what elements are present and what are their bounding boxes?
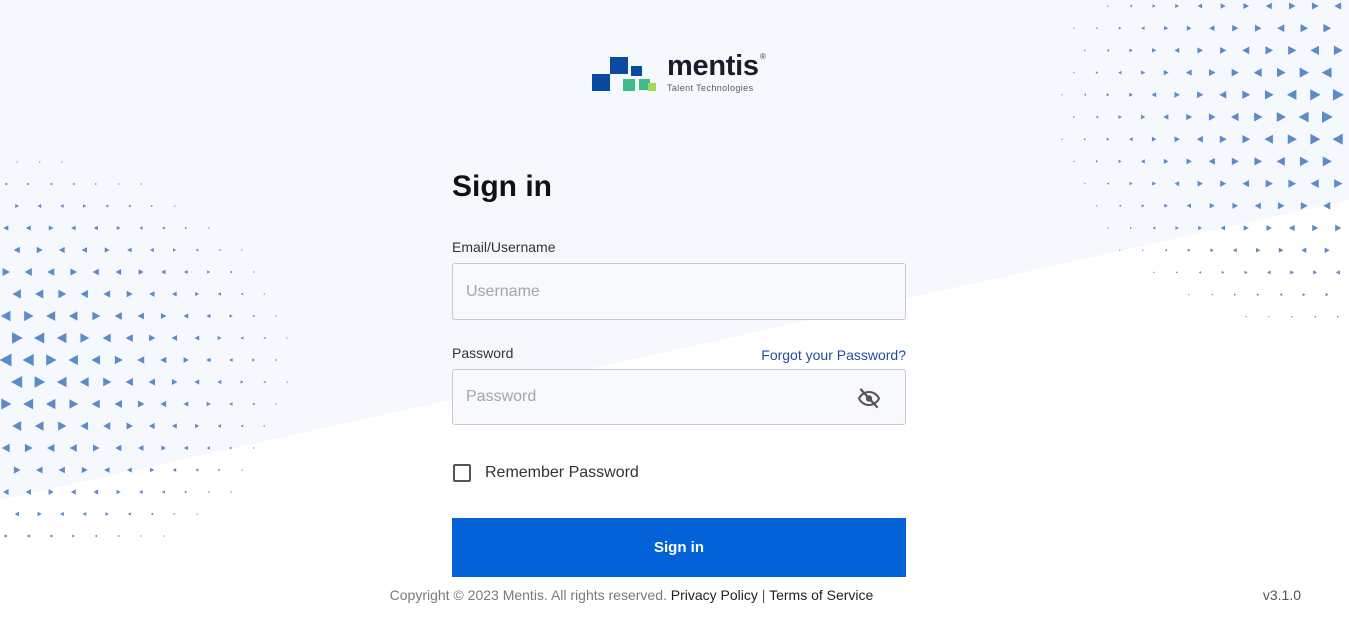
pattern-triangle <box>1153 271 1155 274</box>
pattern-triangle <box>207 490 210 494</box>
pattern-triangle <box>1256 293 1260 296</box>
pattern-triangle <box>1313 315 1316 318</box>
pattern-triangle <box>162 535 165 537</box>
pattern-triangle <box>1290 270 1295 275</box>
pattern-triangle <box>150 467 155 473</box>
pattern-triangle <box>1268 315 1270 318</box>
forgot-password-link[interactable]: Forgot your Password? <box>761 347 906 363</box>
pattern-triangle <box>1164 248 1168 252</box>
pattern-triangle <box>1211 293 1213 296</box>
pattern-triangle <box>184 490 188 494</box>
footer-separator: | <box>761 587 766 603</box>
pattern-triangle <box>26 534 30 538</box>
remember-password-row[interactable]: Remember Password <box>452 462 639 484</box>
pattern-triangle <box>172 468 177 472</box>
pattern-triangle <box>1245 315 1247 318</box>
pattern-triangle <box>82 511 87 517</box>
logo-registered-mark: ® <box>760 52 766 61</box>
pattern-triangle <box>37 511 42 517</box>
pattern-triangle <box>4 534 8 538</box>
pattern-triangle <box>1187 248 1191 252</box>
pattern-triangle <box>1210 248 1214 253</box>
pattern-triangle <box>1325 292 1329 297</box>
username-input[interactable] <box>453 264 846 319</box>
pattern-triangle <box>1243 225 1249 231</box>
password-label: Password <box>452 345 514 361</box>
pattern-triangle <box>1301 247 1307 253</box>
pattern-triangle <box>1324 247 1330 253</box>
pattern-triangle <box>1267 270 1271 275</box>
login-page: mentis ® Talent Technologies Sign in Ema… <box>0 0 1349 617</box>
eye-off-icon[interactable] <box>857 386 881 410</box>
pattern-triangle <box>94 534 98 538</box>
terms-of-service-link[interactable]: Terms of Service <box>769 587 873 603</box>
pattern-triangle <box>1255 247 1261 253</box>
pattern-triangle <box>1266 225 1272 231</box>
pattern-triangle <box>1234 293 1237 296</box>
pattern-triangle <box>116 489 121 495</box>
pattern-triangle <box>105 512 109 516</box>
pattern-triangle <box>252 447 255 449</box>
password-input[interactable] <box>453 370 846 424</box>
pattern-triangle <box>1244 270 1248 275</box>
logo-tagline: Talent Technologies <box>667 83 754 93</box>
pattern-triangle <box>1302 293 1306 297</box>
pattern-triangle <box>14 511 19 517</box>
pattern-triangle <box>150 512 154 516</box>
pattern-triangle <box>1335 224 1342 232</box>
pattern-triangle <box>241 469 243 471</box>
pattern-triangle <box>139 490 143 494</box>
pattern-triangle <box>1198 271 1202 274</box>
pattern-triangle <box>1288 224 1295 232</box>
pattern-triangle <box>49 534 53 538</box>
pattern-triangle <box>1279 293 1283 297</box>
pattern-triangle <box>48 489 54 495</box>
logo-mark-icon <box>592 57 656 91</box>
pattern-triangle <box>1188 293 1190 296</box>
footer: Copyright © 2023 Mentis. All rights rese… <box>0 587 1263 603</box>
pattern-triangle <box>1142 249 1144 252</box>
pattern-triangle <box>127 512 131 516</box>
page-title: Sign in <box>452 170 552 203</box>
pattern-triangle <box>1313 270 1318 275</box>
pattern-triangle <box>72 534 75 538</box>
pattern-triangle <box>1278 247 1284 253</box>
sign-in-button[interactable]: Sign in <box>452 518 906 577</box>
mentis-logo: mentis ® Talent Technologies <box>592 50 772 96</box>
pattern-triangle <box>140 535 142 537</box>
pattern-triangle <box>196 513 198 515</box>
remember-password-label: Remember Password <box>485 464 639 481</box>
remember-password-checkbox[interactable] <box>453 464 471 482</box>
privacy-policy-link[interactable]: Privacy Policy <box>671 587 758 603</box>
pattern-triangle <box>195 468 199 472</box>
password-field-container <box>452 369 906 425</box>
pattern-triangle <box>173 512 176 516</box>
pattern-triangle <box>1221 270 1225 274</box>
logo-wordmark: mentis <box>667 50 759 82</box>
pattern-triangle <box>218 468 221 472</box>
pattern-triangle <box>93 489 99 495</box>
pattern-triangle <box>1335 270 1340 275</box>
username-label: Email/Username <box>452 239 556 255</box>
pattern-triangle <box>1337 315 1340 318</box>
pattern-triangle <box>230 491 232 493</box>
pattern-triangle <box>1176 271 1179 274</box>
pattern-triangle <box>1232 248 1237 253</box>
username-field-container <box>452 263 906 320</box>
pattern-triangle <box>70 489 76 495</box>
copyright-text: Copyright © 2023 Mentis. All rights rese… <box>389 587 667 603</box>
pattern-triangle <box>161 490 165 494</box>
pattern-triangle <box>59 511 64 517</box>
pattern-triangle <box>1312 224 1319 232</box>
pattern-triangle <box>117 534 120 538</box>
pattern-triangle <box>1291 315 1293 318</box>
version-label: v3.1.0 <box>1262 587 1301 603</box>
